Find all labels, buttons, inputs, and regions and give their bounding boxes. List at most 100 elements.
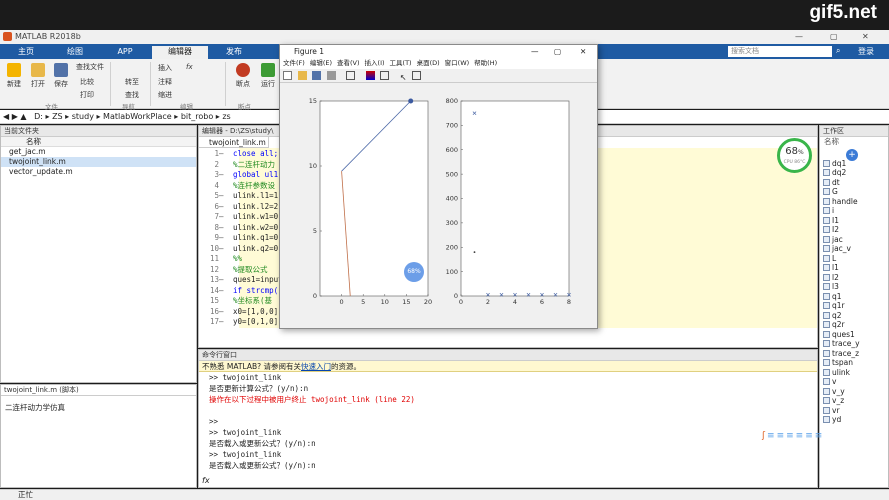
figure-menu-item[interactable]: 窗口(W) xyxy=(445,59,470,67)
editor-file-tab[interactable]: twojoint_link.m xyxy=(199,137,269,148)
file-item[interactable]: get_jac.m xyxy=(1,147,196,157)
file-item[interactable]: vector_update.m xyxy=(1,167,196,177)
print-button[interactable]: 打印 xyxy=(80,90,94,100)
figure-menu-item[interactable]: 文件(F) xyxy=(283,59,305,67)
workspace-variable[interactable]: trace_z xyxy=(823,349,888,359)
figure-maximize-button[interactable]: ▢ xyxy=(554,45,561,58)
figure-axes-area[interactable]: 0 5 10 15 20051015 0 2 4 6 801002003004005006007… xyxy=(280,83,597,327)
forward-icon[interactable]: ▶ xyxy=(12,112,18,121)
workspace-variable[interactable]: vr xyxy=(823,406,888,416)
login-link[interactable]: 登录 xyxy=(858,46,874,57)
tab-home[interactable]: 主页 xyxy=(8,46,44,59)
open-file-icon[interactable] xyxy=(297,71,307,80)
quickstart-link[interactable]: 快速入门 xyxy=(301,362,331,371)
breakpoint-marker[interactable]: — xyxy=(219,149,233,160)
fx-button[interactable]: fx xyxy=(186,63,193,71)
workspace-variable[interactable]: ques1 xyxy=(823,330,888,340)
breakpoint-marker[interactable]: — xyxy=(219,307,233,318)
figure-menu-item[interactable]: 编辑(E) xyxy=(310,59,332,67)
figure-menu-item[interactable]: 桌面(D) xyxy=(417,59,440,67)
save-button[interactable]: 保存 xyxy=(50,63,72,89)
workspace-variable[interactable]: L xyxy=(823,254,888,264)
axes-right[interactable]: 0 2 4 6 8 0 100 200 300 400 500 600 700 800 xyxy=(446,97,571,306)
new-button[interactable]: 新建 xyxy=(3,63,25,89)
workspace-variable[interactable]: v_z xyxy=(823,396,888,406)
compare-button[interactable]: 比较 xyxy=(80,77,94,87)
workspace-variable[interactable]: v_y xyxy=(823,387,888,397)
workspace-variable[interactable]: I2 xyxy=(823,225,888,235)
link-icon[interactable] xyxy=(346,71,356,80)
path-segment[interactable]: ZS xyxy=(52,112,63,121)
tab-apps[interactable]: APP xyxy=(105,46,145,59)
workspace-variable[interactable]: q2r xyxy=(823,320,888,330)
column-header-name[interactable]: 名称 xyxy=(1,137,196,147)
search-input[interactable]: 搜索文档 xyxy=(728,46,832,57)
workspace-column-header[interactable]: 名称 xyxy=(820,137,888,147)
colorbar-icon[interactable] xyxy=(365,71,375,80)
maximize-button[interactable]: ▢ xyxy=(830,32,838,41)
path-segment[interactable]: zs xyxy=(222,112,230,121)
path-segment[interactable]: D: xyxy=(34,112,43,121)
workspace-variable[interactable]: handle xyxy=(823,197,888,207)
tab-publish[interactable]: 发布 xyxy=(214,46,254,59)
new-figure-icon[interactable] xyxy=(283,71,292,80)
workspace-variable[interactable]: trace_y xyxy=(823,339,888,349)
workspace-variable[interactable]: dq2 xyxy=(823,168,888,178)
breakpoint-marker[interactable]: — xyxy=(219,170,233,181)
workspace-variable[interactable]: i xyxy=(823,206,888,216)
workspace-variable[interactable]: dt xyxy=(823,178,888,188)
close-button[interactable]: ✕ xyxy=(862,32,869,41)
find-button[interactable]: 查找 xyxy=(125,90,139,100)
figure-close-button[interactable]: ✕ xyxy=(580,45,586,58)
command-window[interactable]: 命令行窗口 不熟悉 MATLAB? 请参阅有关快速入门的资源。 >> twojo… xyxy=(198,349,818,488)
file-item[interactable]: twojoint_link.m xyxy=(1,157,196,167)
figure-minimize-button[interactable]: — xyxy=(531,45,539,58)
workspace-variable[interactable]: G xyxy=(823,187,888,197)
tab-plots[interactable]: 绘图 xyxy=(55,46,95,59)
legend-icon[interactable] xyxy=(380,71,390,80)
breakpoint-marker[interactable]: — xyxy=(219,317,233,328)
workspace-variable[interactable]: l2 xyxy=(823,273,888,283)
workspace-variable[interactable]: ulink xyxy=(823,368,888,378)
figure-menu-item[interactable]: 工具(T) xyxy=(390,59,412,67)
workspace-variable[interactable]: yd xyxy=(823,415,888,425)
figure-menu-item[interactable]: 帮助(H) xyxy=(474,59,497,67)
breakpoint-marker[interactable]: — xyxy=(219,233,233,244)
workspace-variable[interactable]: tspan xyxy=(823,358,888,368)
breakpoint-marker[interactable]: — xyxy=(219,212,233,223)
indent-button[interactable]: 缩进 xyxy=(158,90,172,100)
open-button[interactable]: 打开 xyxy=(27,63,49,89)
path-segment[interactable]: study xyxy=(72,112,94,121)
figure-window[interactable]: Figure 1 — ▢ ✕ 文件(F) 编辑(E) 查看(V) 插入(I) 工具(T)… xyxy=(279,44,598,329)
run-button[interactable]: 运行 xyxy=(258,63,278,89)
workspace-variable[interactable]: q2 xyxy=(823,311,888,321)
insert-button[interactable]: 插入 xyxy=(158,63,172,73)
workspace-variable[interactable]: v xyxy=(823,377,888,387)
minimize-button[interactable]: — xyxy=(795,32,803,41)
plot-tools-icon[interactable] xyxy=(412,71,422,80)
find-files-button[interactable]: 查找文件 xyxy=(76,62,104,72)
plus-icon[interactable]: + xyxy=(846,149,858,161)
breakpoint-marker[interactable]: — xyxy=(219,191,233,202)
comment-button[interactable]: 注释 xyxy=(158,77,172,87)
pointer-icon[interactable]: ↖ xyxy=(400,73,407,82)
workspace-variable[interactable]: I1 xyxy=(823,216,888,226)
workspace-variable[interactable]: q1r xyxy=(823,301,888,311)
fx-prompt[interactable]: fx xyxy=(202,476,210,485)
tab-editor[interactable]: 编辑器 xyxy=(152,46,208,59)
back-icon[interactable]: ◀ xyxy=(3,112,9,121)
path-segment[interactable]: bit_robo xyxy=(181,112,213,121)
search-icon[interactable]: ⌕ xyxy=(836,46,840,56)
workspace-variable[interactable]: l1 xyxy=(823,263,888,273)
workspace-variable[interactable]: l3 xyxy=(823,282,888,292)
up-folder-icon[interactable]: ▲ xyxy=(20,112,26,121)
breakpoints-button[interactable]: 断点 xyxy=(232,63,254,89)
breakpoint-marker[interactable]: — xyxy=(219,223,233,234)
breakpoint-marker[interactable]: — xyxy=(219,286,233,297)
figure-menu-item[interactable]: 查看(V) xyxy=(337,59,360,67)
breakpoint-marker[interactable]: — xyxy=(219,244,233,255)
workspace-variable[interactable]: q1 xyxy=(823,292,888,302)
figure-menu-item[interactable]: 插入(I) xyxy=(365,59,385,67)
breakpoint-marker[interactable]: — xyxy=(219,275,233,286)
print-figure-icon[interactable] xyxy=(326,71,336,80)
